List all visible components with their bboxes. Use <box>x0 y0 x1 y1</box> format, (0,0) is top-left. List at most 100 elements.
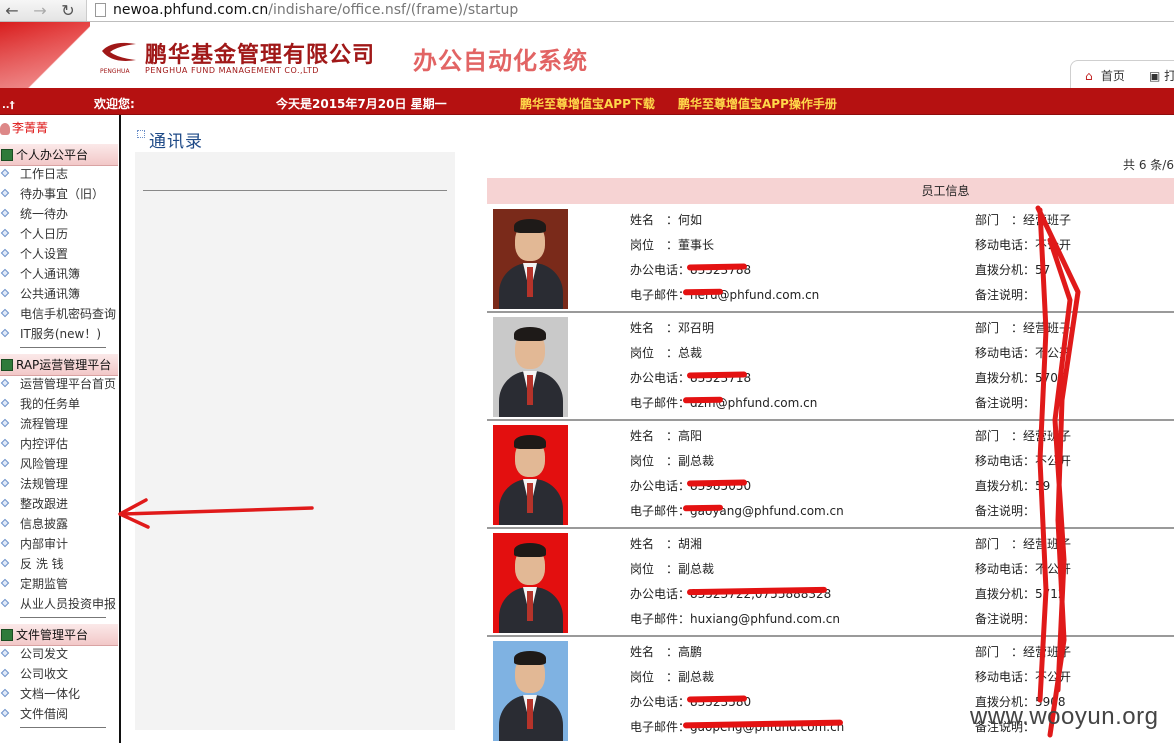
field-label: 办公电话： <box>630 371 691 385</box>
sidebar-item[interactable]: 信息披露 <box>0 514 118 534</box>
sidebar-item[interactable]: 文件借阅 <box>0 704 118 724</box>
app-manual-link[interactable]: 鹏华至尊增值宝APP操作手册 <box>678 95 837 112</box>
current-user[interactable]: 李菁菁 <box>0 119 118 139</box>
field-label: 部门 ： <box>975 429 1024 443</box>
field-label: 姓名 ： <box>630 537 679 551</box>
bullet-icon <box>0 168 10 178</box>
bullet-icon <box>0 478 10 488</box>
browser-toolbar: ← → ↻ newoa.phfund.com.cn/indishare/offi… <box>0 0 1174 22</box>
welcome-text: 欢迎您: <box>94 97 135 111</box>
field-value: 高阳 <box>678 429 703 443</box>
sidebar-item[interactable]: 整改跟进 <box>0 494 118 514</box>
status-bar: ..† 欢迎您: 今天是2015年7月20日 星期一 鹏华至尊增值宝APP下载 … <box>0 88 1174 115</box>
sidebar-section-0[interactable]: 个人办公平台 <box>0 144 118 166</box>
field-mobile: 移动电话：不公开 <box>975 344 1071 361</box>
sidebar-item[interactable]: 运营管理平台首页 <box>0 374 118 394</box>
field-mobile: 移动电话：不公开 <box>975 668 1071 685</box>
section-folder-icon <box>1 149 13 161</box>
sidebar-item-label: 风险管理 <box>20 457 69 471</box>
section-folder-icon <box>1 359 13 371</box>
field-value: 经营班子 <box>1023 429 1072 443</box>
screen: ← → ↻ newoa.phfund.com.cn/indishare/offi… <box>0 0 1174 743</box>
sidebar-item[interactable]: 文档一体化 <box>0 684 118 704</box>
sidebar-item[interactable]: 反 洗 钱 <box>0 554 118 574</box>
redaction-mark <box>682 288 724 296</box>
field-label: 姓名 ： <box>630 645 679 659</box>
field-value: 59 <box>1035 479 1051 493</box>
second-tab[interactable]: ▣ 打 <box>1149 67 1174 84</box>
field-label: 备注说明： <box>975 504 1036 518</box>
sidebar-item[interactable]: 法规管理 <box>0 474 118 494</box>
field-label: 岗位 ： <box>630 238 679 252</box>
sidebar-item-label: 运营管理平台首页 <box>20 377 117 391</box>
sidebar-item[interactable]: 公共通讯簿 <box>0 284 118 304</box>
sidebar-item[interactable]: 个人通讯簿 <box>0 264 118 284</box>
sidebar-item[interactable]: 公司收文 <box>0 664 118 684</box>
field-email: 电子邮件：huxiang@phfund.com.cn <box>630 610 840 627</box>
sidebar-item[interactable]: 个人日历 <box>0 224 118 244</box>
field-label: 部门 ： <box>975 645 1024 659</box>
page-icon <box>95 3 106 17</box>
sidebar-item-label: 公共通讯簿 <box>20 287 81 301</box>
sidebar-item-label: 流程管理 <box>20 417 69 431</box>
date-text: 今天是2015年7月20日 星期一 <box>276 97 447 111</box>
sidebar-item[interactable]: 内控评估 <box>0 434 118 454</box>
sidebar-item[interactable]: IT服务(new！) <box>0 324 118 344</box>
redaction-mark <box>682 504 724 512</box>
bullet-icon <box>0 708 10 718</box>
back-arrow-icon[interactable]: ← <box>2 1 22 21</box>
sidebar-item[interactable]: 流程管理 <box>0 414 118 434</box>
sidebar-item[interactable]: 定期监管 <box>0 574 118 594</box>
field-value[interactable]: huxiang@phfund.com.cn <box>690 612 840 626</box>
field-name: 姓名 ：高鹏 <box>630 643 702 660</box>
sidebar-item[interactable]: 从业人员投资申报 <box>0 594 118 614</box>
current-user-name: 李菁菁 <box>12 121 49 135</box>
sidebar-item[interactable]: 统一待办 <box>0 204 118 224</box>
home-tab[interactable]: ⌂ 首页 <box>1085 67 1125 84</box>
sidebar-item-label: 文件借阅 <box>20 707 69 721</box>
record-count: 共 6 条/6 <box>1123 158 1174 172</box>
redaction-mark <box>686 263 748 271</box>
employee-table-header: 员工信息 <box>487 178 1174 204</box>
sidebar-item[interactable]: 公司发文 <box>0 644 118 664</box>
address-bar[interactable]: newoa.phfund.com.cn/indishare/office.nsf… <box>86 0 1174 21</box>
field-mobile: 移动电话：不公开 <box>975 236 1071 253</box>
user-icon <box>0 123 10 135</box>
field-mobile: 移动电话：不公开 <box>975 452 1071 469</box>
redaction-mark <box>682 396 724 404</box>
sidebar-item-label: 统一待办 <box>20 207 69 221</box>
field-value: 总裁 <box>678 346 703 360</box>
sidebar-item[interactable]: 工作日志 <box>0 164 118 184</box>
field-label: 岗位 ： <box>630 454 679 468</box>
bullet-icon <box>0 558 10 568</box>
reload-icon[interactable]: ↻ <box>58 1 78 21</box>
field-value: 胡湘 <box>678 537 703 551</box>
bullet-icon <box>0 498 10 508</box>
sidebar-item[interactable]: 个人设置 <box>0 244 118 264</box>
field-value: 5712 <box>1035 587 1066 601</box>
field-label: 电子邮件： <box>630 612 691 626</box>
field-value: 副总裁 <box>678 670 715 684</box>
field-post: 岗位 ：董事长 <box>630 236 714 253</box>
sidebar-item[interactable]: 风险管理 <box>0 454 118 474</box>
app-download-link[interactable]: 鹏华至尊增值宝APP下载 <box>520 95 655 112</box>
field-note: 备注说明： <box>975 286 1035 303</box>
sidebar-section-1[interactable]: RAP运营管理平台 <box>0 354 118 376</box>
sidebar-item[interactable]: 我的任务单 <box>0 394 118 414</box>
sidebar-item[interactable]: 电信手机密码查询 <box>0 304 118 324</box>
field-label: 备注说明： <box>975 396 1036 410</box>
field-label: 姓名 ： <box>630 429 679 443</box>
sidebar-section-2[interactable]: 文件管理平台 <box>0 624 118 646</box>
field-value: 何如 <box>678 213 703 227</box>
url-path: /indishare/office.nsf/(frame)/startup <box>268 2 519 18</box>
field-name: 姓名 ：邓召明 <box>630 319 714 336</box>
field-ext: 直拨分机：59 <box>975 477 1050 494</box>
forward-arrow-icon[interactable]: → <box>30 1 50 21</box>
sidebar-item[interactable]: 待办事宜（旧） <box>0 184 118 204</box>
field-value: 不公开 <box>1035 454 1072 468</box>
bullet-icon <box>0 398 10 408</box>
sidebar-item[interactable]: 内部审计 <box>0 534 118 554</box>
bullet-icon <box>0 538 10 548</box>
bullet-icon <box>0 248 10 258</box>
sidebar-item-label: 内部审计 <box>20 537 69 551</box>
